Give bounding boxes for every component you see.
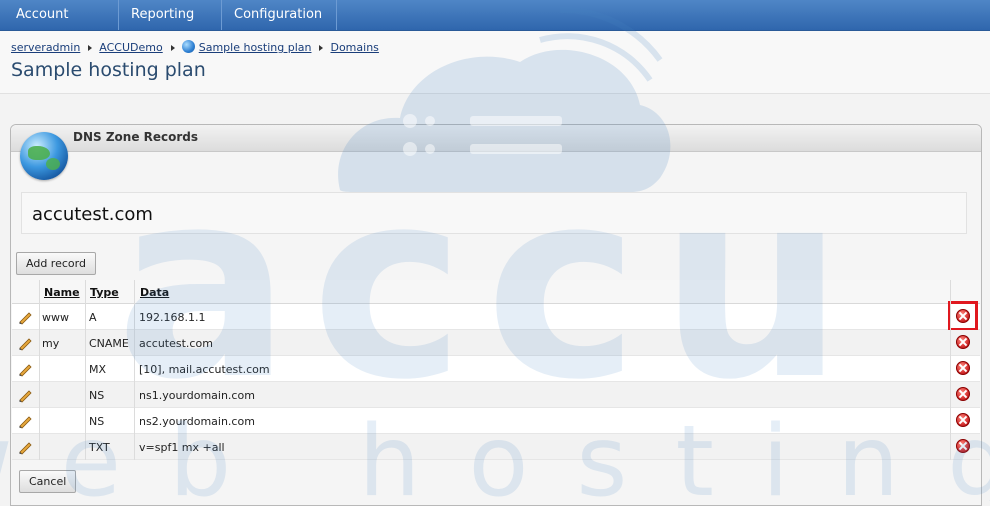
edit-pencil-icon[interactable] <box>17 361 33 377</box>
table-row: www A 192.168.1.1 <box>12 301 980 331</box>
highlight-box <box>948 301 978 331</box>
record-data: [10], mail.accutest.com <box>139 363 270 376</box>
breadcrumb-separator-icon <box>170 45 175 51</box>
column-header-data[interactable]: Data <box>140 286 169 299</box>
nav-configuration[interactable]: Configuration <box>222 0 337 47</box>
record-data: 192.168.1.1 <box>139 311 206 324</box>
record-name: www <box>42 311 69 324</box>
record-type: NS <box>89 389 105 402</box>
breadcrumb-serveradmin[interactable]: serveradmin <box>11 41 80 54</box>
breadcrumb-separator-icon <box>88 45 93 51</box>
delete-icon[interactable] <box>956 335 970 349</box>
breadcrumb-accudemo[interactable]: ACCUDemo <box>99 41 162 54</box>
column-divider <box>950 280 951 460</box>
column-header-name[interactable]: Name <box>44 286 80 299</box>
delete-icon[interactable] <box>956 439 970 453</box>
nav-account-home[interactable]: Account Home <box>4 0 119 52</box>
column-divider <box>39 280 40 460</box>
record-type: NS <box>89 415 105 428</box>
nav-reporting-label: Reporting <box>131 7 195 22</box>
delete-icon[interactable] <box>956 387 970 401</box>
record-data: v=spf1 mx +all <box>139 441 225 454</box>
table-row: MX [10], mail.accutest.com <box>12 356 980 382</box>
panel-header: DNS Zone Records <box>11 125 981 152</box>
domain-box: accutest.com <box>21 192 967 234</box>
column-header-type[interactable]: Type <box>90 286 119 299</box>
edit-pencil-icon[interactable] <box>17 413 33 429</box>
page-title: Sample hosting plan <box>11 59 206 81</box>
edit-pencil-icon[interactable] <box>17 439 33 455</box>
record-name: my <box>42 337 60 350</box>
record-type: TXT <box>89 441 110 454</box>
record-type: MX <box>89 363 107 376</box>
globe-icon <box>181 40 195 53</box>
cancel-button[interactable]: Cancel <box>19 470 77 493</box>
table-row: NS ns1.yourdomain.com <box>12 382 980 408</box>
dns-zone-panel: DNS Zone Records accutest.com Add record… <box>10 124 982 506</box>
edit-pencil-icon[interactable] <box>17 387 33 403</box>
add-record-button[interactable]: Add record <box>16 252 96 275</box>
nav-reporting[interactable]: Reporting <box>119 0 222 47</box>
record-type: A <box>89 311 97 324</box>
breadcrumb-separator-icon <box>319 45 324 51</box>
breadcrumb: serveradmin ACCUDemo Sample hosting plan Do… <box>11 40 379 54</box>
table-row: my CNAME accutest.com <box>12 330 980 356</box>
record-data: accutest.com <box>139 337 213 350</box>
page-header: serveradmin ACCUDemo Sample hosting plan Do… <box>0 31 990 94</box>
breadcrumb-hosting-plan[interactable]: Sample hosting plan <box>199 41 312 54</box>
edit-pencil-icon[interactable] <box>17 335 33 351</box>
panel-title: DNS Zone Records <box>73 130 199 144</box>
column-divider <box>85 280 86 460</box>
domain-name: accutest.com <box>32 204 153 225</box>
breadcrumb-domains[interactable]: Domains <box>330 41 378 54</box>
record-type: CNAME <box>89 337 129 350</box>
globe-icon <box>20 132 68 180</box>
record-data: ns2.yourdomain.com <box>139 415 255 428</box>
delete-icon[interactable] <box>956 361 970 375</box>
table-row: TXT v=spf1 mx +all <box>12 434 980 460</box>
column-divider <box>134 280 135 460</box>
record-data: ns1.yourdomain.com <box>139 389 255 402</box>
table-row: NS ns2.yourdomain.com <box>12 408 980 434</box>
delete-icon[interactable] <box>956 413 970 427</box>
edit-pencil-icon[interactable] <box>17 309 33 325</box>
table-header: Name Type Data <box>12 280 980 304</box>
top-navigation: Account Home Reporting Configuration <box>0 0 990 52</box>
nav-configuration-label: Configuration <box>234 7 323 22</box>
